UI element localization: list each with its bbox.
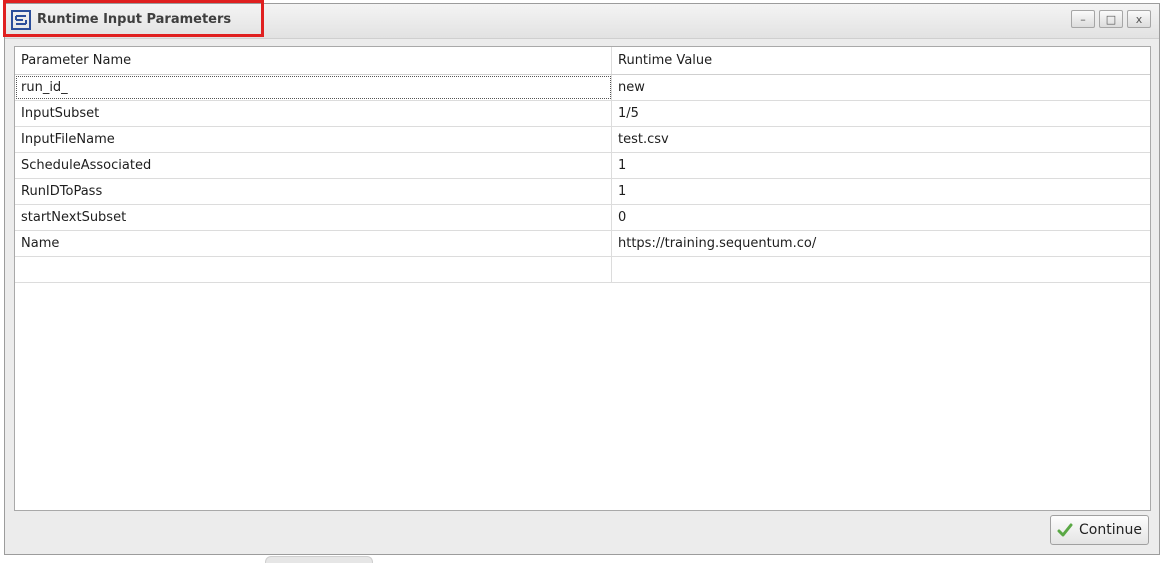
runtime-value-cell[interactable]: 1 — [612, 179, 1150, 204]
table-row[interactable]: run_id_ new — [15, 75, 1150, 101]
runtime-value-cell[interactable]: 1 — [612, 153, 1150, 178]
table-row[interactable]: startNextSubset 0 — [15, 205, 1150, 231]
runtime-input-parameters-dialog: Runtime Input Parameters – □ x Parameter… — [4, 3, 1160, 555]
parameter-name-cell[interactable]: run_id_ — [15, 75, 612, 100]
close-button[interactable]: x — [1127, 10, 1151, 28]
runtime-value-cell[interactable]: https://training.sequentum.co/ — [612, 231, 1150, 256]
parameter-name-cell[interactable]: InputFileName — [15, 127, 612, 152]
window-title: Runtime Input Parameters — [37, 12, 232, 27]
parameters-grid[interactable]: Parameter Name Runtime Value run_id_ new… — [14, 46, 1151, 511]
continue-button-label: Continue — [1079, 522, 1142, 538]
check-icon — [1057, 523, 1073, 537]
minimize-button[interactable]: – — [1071, 10, 1095, 28]
table-row[interactable]: RunIDToPass 1 — [15, 179, 1150, 205]
background-tab — [265, 556, 373, 563]
column-header-runtime-value[interactable]: Runtime Value — [612, 47, 1150, 74]
table-row[interactable]: Name https://training.sequentum.co/ — [15, 231, 1150, 257]
runtime-value-cell[interactable]: test.csv — [612, 127, 1150, 152]
parameter-name-cell[interactable]: startNextSubset — [15, 205, 612, 230]
runtime-value-cell[interactable] — [612, 257, 1150, 282]
table-row[interactable]: InputSubset 1/5 — [15, 101, 1150, 127]
grid-header-row: Parameter Name Runtime Value — [15, 47, 1150, 75]
column-header-parameter-name[interactable]: Parameter Name — [15, 47, 612, 74]
runtime-value-cell[interactable]: new — [612, 75, 1150, 100]
continue-button[interactable]: Continue — [1050, 515, 1149, 545]
table-row[interactable]: ScheduleAssociated 1 — [15, 153, 1150, 179]
maximize-button[interactable]: □ — [1099, 10, 1123, 28]
new-entry-row[interactable] — [15, 257, 1150, 283]
runtime-value-cell[interactable]: 1/5 — [612, 101, 1150, 126]
table-row[interactable]: InputFileName test.csv — [15, 127, 1150, 153]
window-controls: – □ x — [1071, 10, 1151, 30]
parameter-name-cell[interactable]: ScheduleAssociated — [15, 153, 612, 178]
app-logo-icon — [11, 10, 31, 30]
parameter-name-cell[interactable]: Name — [15, 231, 612, 256]
title-bar[interactable]: Runtime Input Parameters – □ x — [5, 4, 1159, 39]
parameter-name-cell[interactable] — [15, 257, 612, 282]
parameter-name-cell[interactable]: InputSubset — [15, 101, 612, 126]
runtime-value-cell[interactable]: 0 — [612, 205, 1150, 230]
parameter-name-cell[interactable]: RunIDToPass — [15, 179, 612, 204]
